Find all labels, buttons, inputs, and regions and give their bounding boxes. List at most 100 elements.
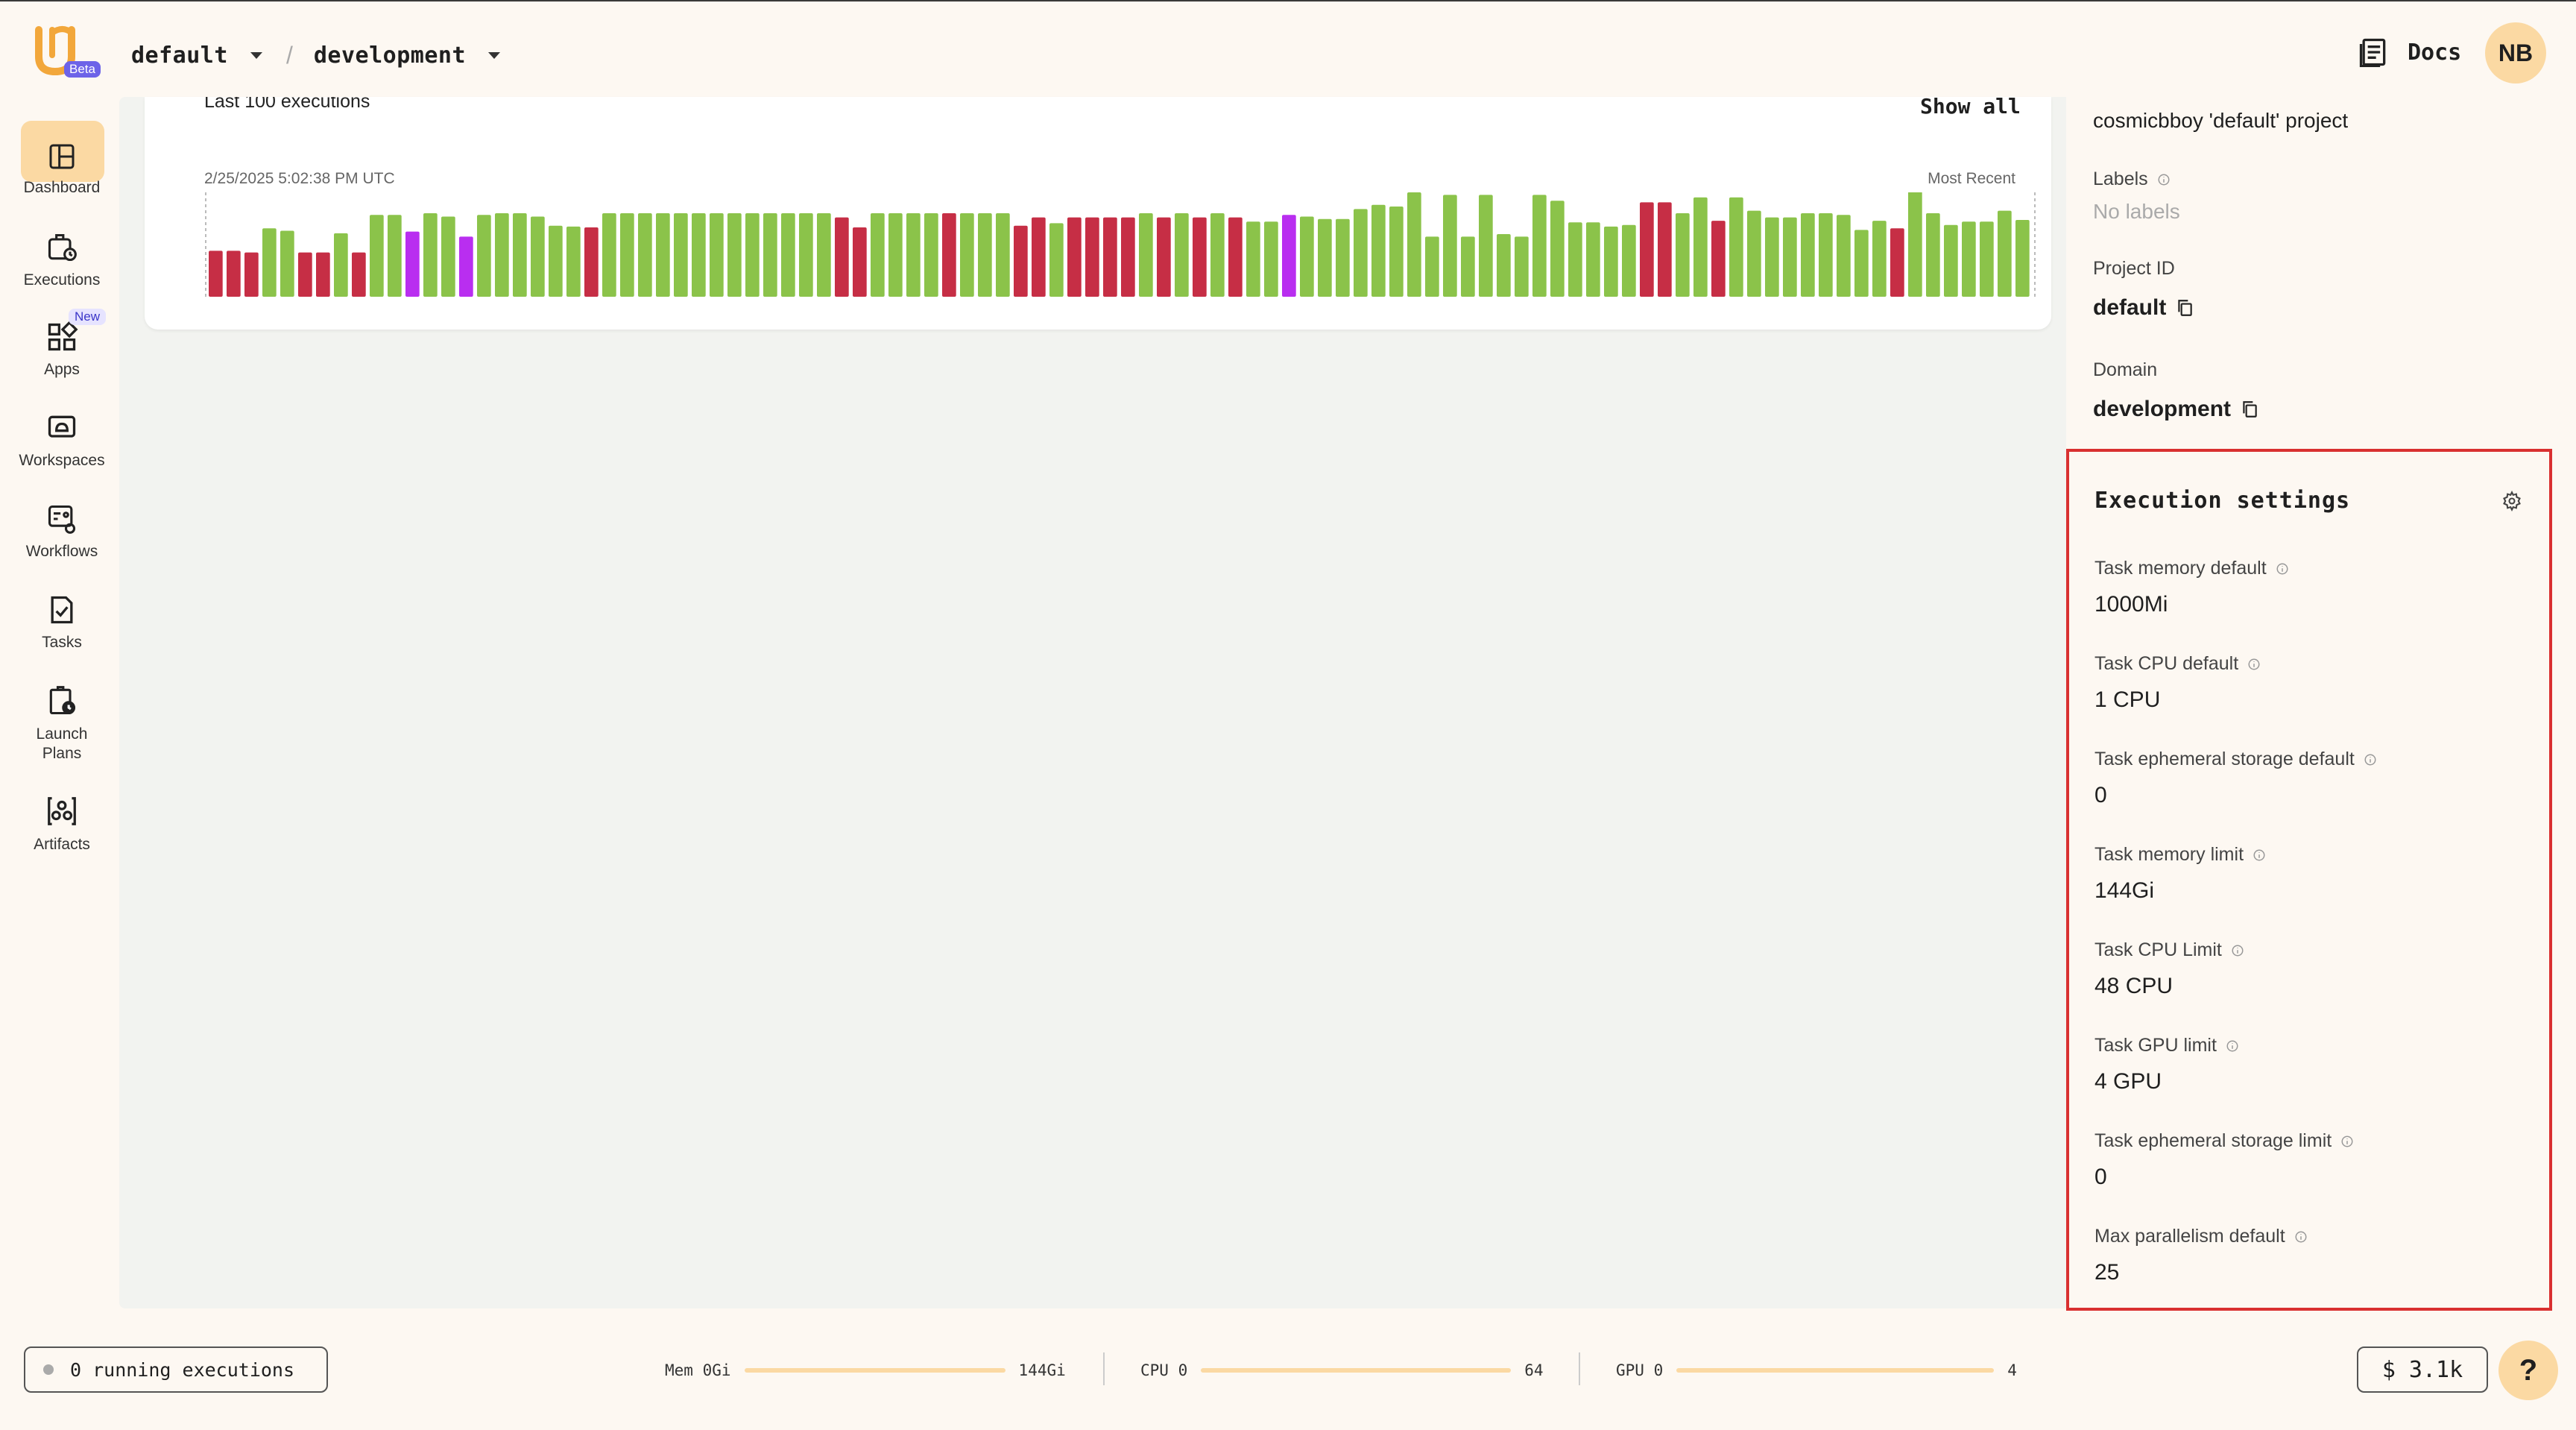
execution-bar[interactable] — [1032, 217, 1046, 297]
sidebar-item-launch-plans[interactable]: Launch Plans — [0, 684, 124, 763]
execution-bar[interactable] — [835, 217, 849, 297]
execution-bar[interactable] — [1228, 217, 1243, 297]
execution-bar[interactable] — [1193, 217, 1207, 297]
execution-bar[interactable] — [888, 213, 903, 297]
sidebar-item-artifacts[interactable]: Artifacts — [0, 794, 124, 854]
execution-bar[interactable] — [1210, 213, 1225, 297]
info-icon[interactable] — [2364, 753, 2377, 766]
execution-bar[interactable] — [656, 213, 670, 297]
execution-bar[interactable] — [1354, 209, 1368, 297]
execution-bar[interactable] — [1479, 195, 1493, 297]
execution-bar[interactable] — [531, 216, 545, 297]
execution-bar[interactable] — [388, 215, 402, 297]
execution-bar[interactable] — [1586, 222, 1600, 297]
execution-bar[interactable] — [1497, 234, 1511, 297]
execution-bar[interactable] — [1461, 236, 1475, 297]
execution-bar[interactable] — [1819, 213, 1833, 297]
info-icon[interactable] — [2226, 1039, 2239, 1053]
execution-bar[interactable] — [1407, 192, 1421, 297]
sidebar-item-executions[interactable]: Executions — [0, 231, 124, 289]
execution-bar[interactable] — [692, 213, 706, 297]
execution-bar[interactable] — [584, 227, 599, 297]
info-icon[interactable] — [2340, 1135, 2354, 1148]
project-selector[interactable]: default — [131, 42, 228, 69]
execution-bar[interactable] — [1568, 222, 1582, 297]
execution-bar[interactable] — [1389, 207, 1404, 297]
execution-bar[interactable] — [549, 225, 563, 297]
execution-bar[interactable] — [1854, 230, 1869, 297]
execution-bar[interactable] — [763, 213, 777, 297]
info-icon[interactable] — [2294, 1230, 2308, 1244]
execution-bar[interactable] — [1765, 217, 1779, 297]
execution-bar[interactable] — [1837, 215, 1851, 297]
execution-bar[interactable] — [1085, 217, 1099, 297]
execution-bar[interactable] — [1246, 221, 1260, 297]
sidebar-item-dashboard[interactable]: Dashboard — [0, 121, 124, 197]
execution-bar[interactable] — [1318, 218, 1332, 297]
execution-bar[interactable] — [1014, 225, 1028, 297]
cost-button[interactable]: $ 3.1k — [2357, 1346, 2488, 1393]
execution-bar[interactable] — [1729, 197, 1743, 297]
execution-bar[interactable] — [352, 252, 366, 297]
execution-bar[interactable] — [209, 251, 223, 297]
execution-bar[interactable] — [960, 213, 974, 297]
execution-bar[interactable] — [1908, 192, 1922, 297]
gear-icon[interactable] — [2501, 491, 2522, 511]
domain-selector[interactable]: development — [314, 42, 466, 69]
execution-bar[interactable] — [1640, 202, 1654, 297]
execution-bar[interactable] — [1604, 226, 1618, 297]
execution-bar[interactable] — [441, 216, 455, 297]
execution-bar[interactable] — [710, 213, 724, 297]
execution-bar[interactable] — [1103, 217, 1117, 297]
info-icon[interactable] — [2253, 848, 2266, 862]
execution-bar[interactable] — [477, 215, 491, 297]
execution-bar[interactable] — [1944, 224, 1958, 297]
execution-bar[interactable] — [1622, 224, 1636, 297]
execution-bar[interactable] — [1371, 204, 1386, 297]
execution-bar[interactable] — [1443, 195, 1457, 297]
execution-bar[interactable] — [244, 252, 259, 297]
execution-bar[interactable] — [620, 213, 634, 297]
user-avatar[interactable]: NB — [2485, 22, 2546, 84]
execution-bar[interactable] — [370, 215, 384, 297]
info-icon[interactable] — [2276, 562, 2289, 576]
execution-bar[interactable] — [513, 213, 527, 297]
execution-bar[interactable] — [1300, 216, 1314, 297]
execution-bar[interactable] — [924, 213, 938, 297]
execution-bar[interactable] — [906, 213, 921, 297]
execution-bar[interactable] — [405, 231, 420, 297]
execution-bar[interactable] — [1550, 201, 1565, 297]
execution-bar[interactable] — [1926, 213, 1940, 297]
execution-bar[interactable] — [2015, 220, 2030, 297]
execution-bar[interactable] — [1264, 221, 1278, 297]
execution-bar[interactable] — [1872, 221, 1887, 297]
execution-bar[interactable] — [1783, 217, 1797, 297]
execution-bar[interactable] — [1693, 197, 1708, 297]
execution-bar[interactable] — [1711, 221, 1726, 297]
execution-bar[interactable] — [1658, 202, 1672, 297]
execution-bar[interactable] — [1425, 236, 1439, 297]
execution-bar[interactable] — [495, 213, 509, 297]
chevron-down-icon[interactable] — [250, 51, 262, 59]
execution-bar[interactable] — [674, 213, 688, 297]
info-icon[interactable] — [2157, 173, 2171, 186]
execution-bar[interactable] — [871, 213, 885, 297]
execution-bar[interactable] — [817, 213, 831, 297]
execution-bar[interactable] — [1336, 218, 1350, 297]
show-all-button[interactable]: Show all — [1920, 97, 2021, 119]
info-icon[interactable] — [2231, 944, 2244, 957]
execution-bar[interactable] — [781, 213, 795, 297]
execution-bar[interactable] — [1282, 215, 1296, 297]
execution-bar[interactable] — [280, 230, 294, 297]
execution-bar[interactable] — [602, 213, 616, 297]
execution-bar[interactable] — [1998, 210, 2012, 297]
execution-bar[interactable] — [566, 226, 581, 297]
execution-bar[interactable] — [334, 233, 348, 297]
execution-bar[interactable] — [853, 227, 867, 297]
sidebar-item-apps[interactable]: New Apps — [0, 309, 124, 379]
execution-bar[interactable] — [1890, 228, 1904, 297]
execution-bar[interactable] — [727, 213, 742, 297]
execution-bar[interactable] — [1175, 213, 1189, 297]
execution-bar[interactable] — [1515, 236, 1529, 297]
execution-bar[interactable] — [423, 213, 438, 297]
